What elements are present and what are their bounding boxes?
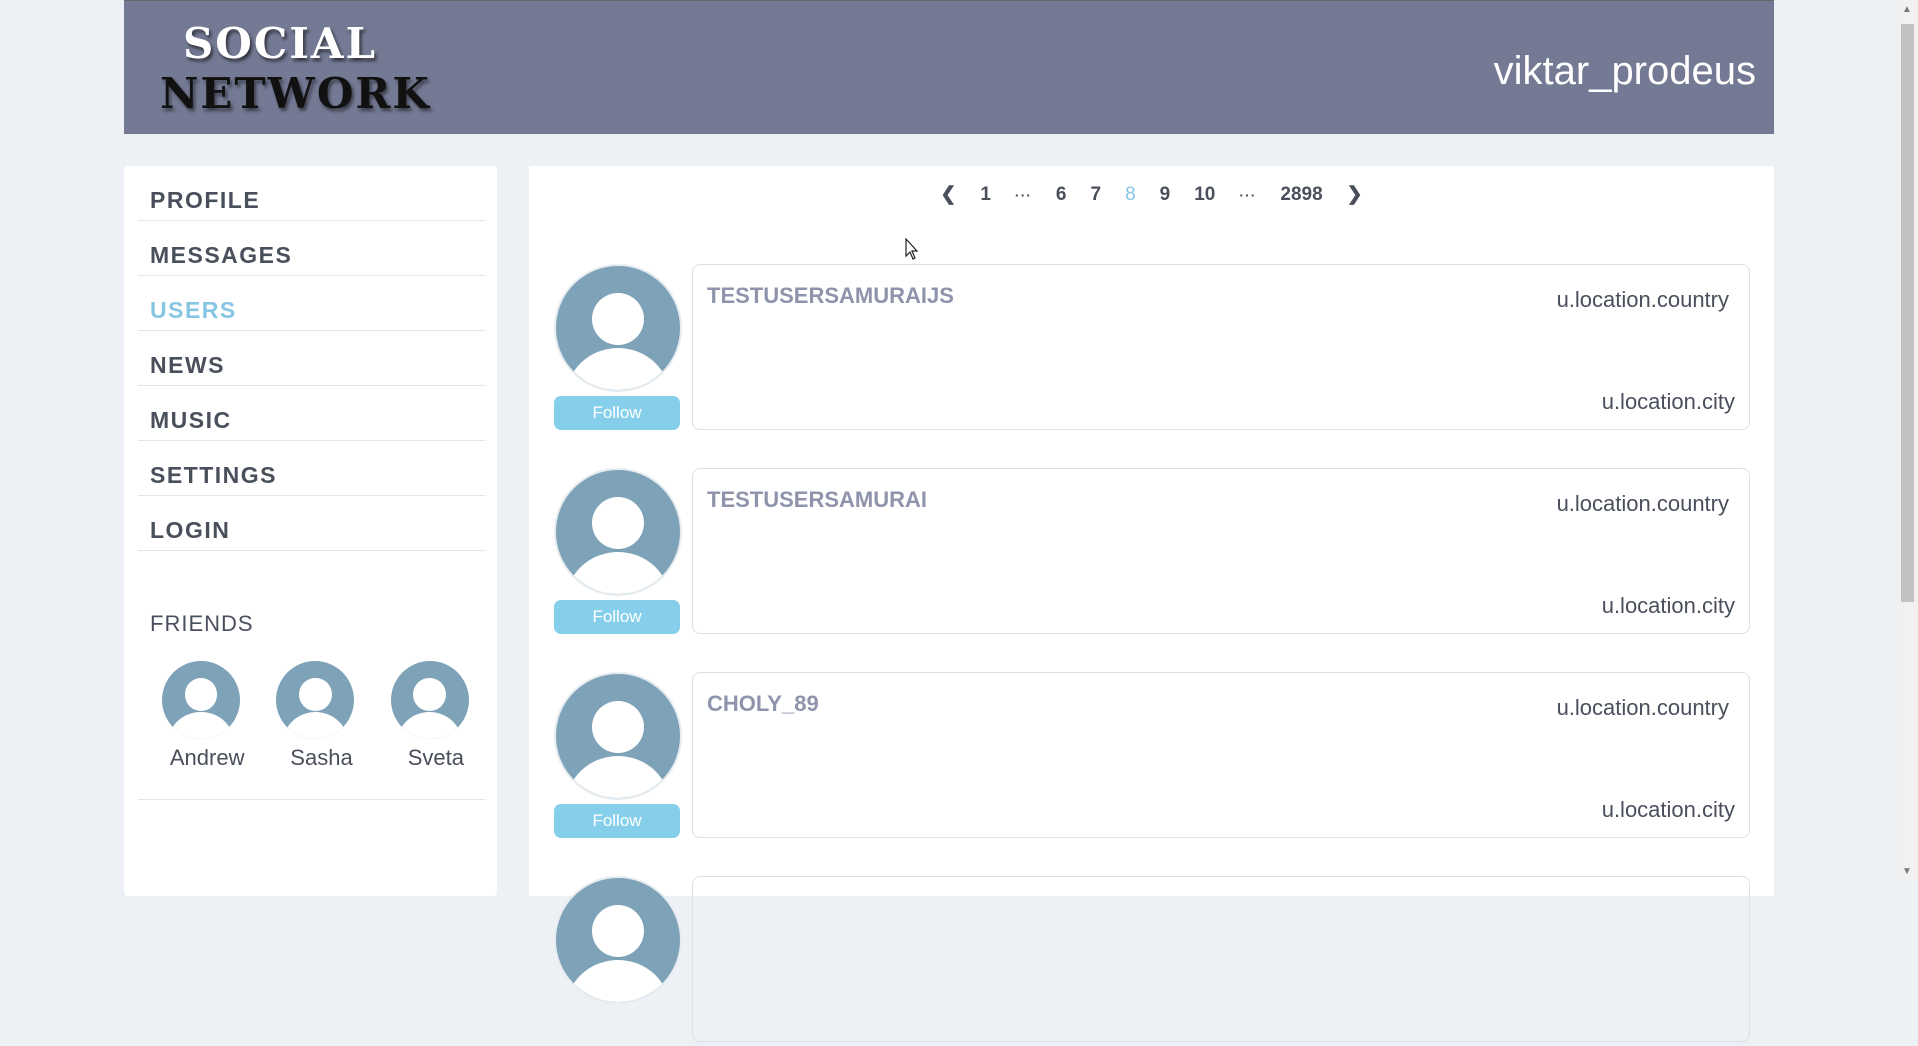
page-ellipsis: ···: [1014, 186, 1032, 203]
user-name: TESTUSERSAMURAI: [707, 487, 928, 512]
page-link[interactable]: 9: [1148, 184, 1183, 206]
friend-item[interactable]: Sasha: [268, 661, 382, 771]
page-ellipsis: ···: [1239, 186, 1257, 203]
sidebar-item-login[interactable]: LOGIN: [138, 496, 485, 551]
page-link-current[interactable]: 8: [1113, 184, 1148, 206]
user-city: u.location.city: [1601, 593, 1735, 618]
mouse-cursor-icon: [905, 238, 919, 260]
friends-list: Andrew Sasha Sveta: [154, 661, 497, 771]
user-card: [692, 876, 1750, 1042]
sidebar-item-news[interactable]: NEWS: [138, 331, 485, 386]
users-content: ❮ 1 ··· 6 7 8 9 10 ··· 2898 ❯ Follow TES…: [529, 166, 1774, 1042]
friend-avatar: [390, 661, 469, 739]
sidebar: PROFILE MESSAGES USERS NEWS MUSIC SETTIN…: [124, 166, 497, 896]
user-country: u.location.country: [1556, 287, 1729, 312]
sidebar-item-settings[interactable]: SETTINGS: [138, 441, 485, 496]
user-city: u.location.city: [1601, 389, 1735, 414]
friend-name: Sveta: [407, 745, 464, 770]
user-item: Follow CHOLY_89 u.location.country u.loc…: [554, 672, 1754, 842]
user-item: Follow TESTUSERSAMURAI u.location.countr…: [554, 468, 1754, 638]
sidebar-item-profile[interactable]: PROFILE: [138, 166, 485, 221]
user-name: TESTUSERSAMURAIJS: [707, 283, 954, 308]
scroll-down-icon[interactable]: ▼: [1902, 866, 1912, 877]
logo-line-1: SOCIAL: [182, 19, 378, 68]
friend-name: Sasha: [290, 745, 353, 770]
follow-button[interactable]: Follow: [554, 600, 680, 634]
logo-line-2: NETWORK: [160, 69, 431, 118]
user-card: TESTUSERSAMURAIJS u.location.country u.l…: [692, 264, 1750, 430]
page-link[interactable]: 6: [1044, 184, 1079, 206]
user-country: u.location.country: [1556, 695, 1729, 720]
friend-item[interactable]: Andrew: [154, 661, 268, 771]
user-name: CHOLY_89: [707, 691, 819, 716]
user-avatar[interactable]: [554, 672, 682, 800]
page-link[interactable]: 10: [1182, 184, 1227, 206]
friends-title: FRIENDS: [150, 611, 254, 636]
user-avatar[interactable]: [554, 264, 682, 392]
sidebar-item-messages[interactable]: MESSAGES: [138, 221, 485, 276]
follow-button[interactable]: Follow: [554, 804, 680, 838]
next-page-button[interactable]: ❯: [1335, 183, 1375, 206]
user-avatar[interactable]: [554, 876, 682, 1004]
page-scrollbar[interactable]: ▲ ▼: [1897, 0, 1918, 881]
current-username[interactable]: viktar_prodeus: [1494, 49, 1756, 94]
friend-avatar: [276, 661, 355, 739]
pagination: ❮ 1 ··· 6 7 8 9 10 ··· 2898 ❯: [529, 183, 1774, 206]
app-header: SOCIAL NETWORK viktar_prodeus: [124, 0, 1774, 134]
user-item: Follow TESTUSERSAMURAIJS u.location.coun…: [554, 264, 1754, 434]
logo[interactable]: SOCIAL NETWORK: [160, 19, 431, 119]
divider: [138, 799, 485, 800]
user-item-partial: [554, 876, 1754, 1046]
user-avatar[interactable]: [554, 468, 682, 596]
page-link[interactable]: 1: [968, 184, 1003, 206]
scrollbar-thumb[interactable]: [1901, 24, 1914, 602]
friend-avatar: [162, 661, 240, 739]
page-link[interactable]: 7: [1079, 184, 1114, 206]
scroll-up-icon[interactable]: ▲: [1902, 4, 1912, 15]
user-card: TESTUSERSAMURAI u.location.country u.loc…: [692, 468, 1750, 634]
friend-name: Andrew: [169, 745, 245, 770]
sidebar-item-users[interactable]: USERS: [138, 276, 485, 331]
user-city: u.location.city: [1601, 797, 1735, 822]
user-country: u.location.country: [1556, 491, 1729, 516]
sidebar-item-music[interactable]: MUSIC: [138, 386, 485, 441]
friend-item[interactable]: Sveta: [383, 661, 497, 771]
user-card: CHOLY_89 u.location.country u.location.c…: [692, 672, 1750, 838]
follow-button[interactable]: Follow: [554, 396, 680, 430]
page-link[interactable]: 2898: [1268, 184, 1334, 206]
prev-page-button[interactable]: ❮: [928, 183, 968, 206]
